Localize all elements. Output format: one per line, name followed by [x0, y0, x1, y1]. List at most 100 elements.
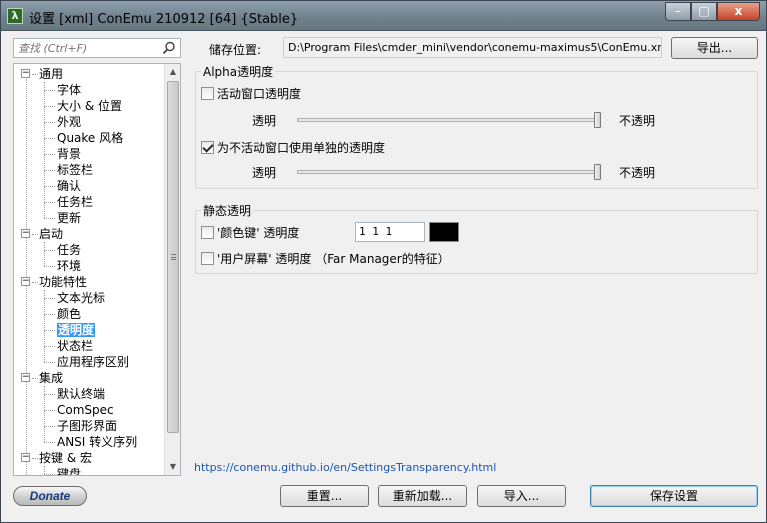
active-slider-max-label: 不透明 — [619, 114, 656, 128]
tree-item-label: 子图形界面 — [57, 419, 118, 433]
user-screen-transparency-option[interactable]: '用户屏幕' 透明度 （Far Manager的特征） — [201, 252, 450, 266]
search-input[interactable] — [16, 40, 162, 56]
close-button[interactable]: x — [717, 2, 760, 21]
tree-item-label: 状态栏 — [57, 339, 94, 353]
tree-item-label: 透明度 — [57, 323, 96, 337]
tree-item-label: 文本光标 — [57, 291, 106, 305]
tree-node[interactable]: − 通用 — [14, 66, 164, 82]
user-screen-checkbox[interactable] — [201, 252, 214, 265]
collapse-icon[interactable]: − — [21, 453, 30, 462]
inactive-transparency-slider[interactable] — [297, 170, 601, 174]
tree-scrollbar[interactable]: ▲ ▼ — [164, 64, 180, 475]
tree-item[interactable]: 状态栏 — [14, 338, 164, 354]
collapse-icon[interactable]: − — [21, 373, 30, 382]
active-window-transparency-option[interactable]: 活动窗口透明度 — [201, 87, 301, 101]
scroll-down-icon[interactable]: ▼ — [165, 459, 180, 475]
export-button[interactable]: 导出... — [671, 37, 758, 59]
tree-connector — [32, 282, 38, 283]
tree-item[interactable]: Quake 风格 — [14, 130, 164, 146]
tree-item[interactable]: 外观 — [14, 114, 164, 130]
minimize-button[interactable]: – — [665, 2, 691, 21]
tree-item[interactable]: 标签栏 — [14, 162, 164, 178]
storage-path-field[interactable]: D:\Program Files\cmder_mini\vendor\conem… — [283, 37, 662, 58]
tree-item[interactable]: 字体 — [14, 82, 164, 98]
tree-connector — [44, 314, 55, 315]
reset-button[interactable]: 重置... — [280, 485, 369, 507]
alpha-group-title: Alpha透明度 — [201, 65, 276, 79]
tree-connector — [44, 82, 45, 218]
tree-connector — [44, 202, 55, 203]
reload-button[interactable]: 重新加载... — [378, 485, 467, 507]
tree-node[interactable]: − 功能特性 — [14, 274, 164, 290]
tree-connector — [44, 442, 55, 443]
scroll-up-icon[interactable]: ▲ — [165, 64, 180, 80]
import-button[interactable]: 导入... — [477, 485, 566, 507]
tree-item-label: 应用程序区别 — [57, 355, 130, 369]
maximize-button[interactable]: □ — [691, 2, 717, 21]
tree-node[interactable]: − 集成 — [14, 370, 164, 386]
tree-item-label: 更新 — [57, 211, 82, 225]
inactive-window-checkbox[interactable] — [201, 141, 214, 154]
tree-item[interactable]: 任务 — [14, 242, 164, 258]
tree-item-label: 颜色 — [57, 307, 82, 321]
tree-item-label: 任务栏 — [57, 195, 94, 209]
tree-connector — [44, 386, 45, 442]
tree-item[interactable]: ComSpec — [14, 402, 164, 418]
conemu-app-icon[interactable]: λ — [7, 8, 23, 24]
storage-label: 储存位置: — [209, 43, 262, 57]
tree-item[interactable]: 应用程序区别 — [14, 354, 164, 370]
tree-item[interactable]: 颜色 — [14, 306, 164, 322]
tree-node[interactable]: − 按键 & 宏 — [14, 450, 164, 466]
tree-node[interactable]: − 启动 — [14, 226, 164, 242]
tree-connector — [44, 266, 55, 267]
tree-item[interactable]: ANSI 转义序列 — [14, 434, 164, 450]
active-slider-min-label: 透明 — [252, 114, 277, 128]
tree-connector — [44, 362, 55, 363]
save-settings-button[interactable]: 保存设置 — [590, 485, 758, 507]
color-key-transparency-option[interactable]: '颜色键' 透明度 — [201, 226, 299, 240]
help-link[interactable]: https://conemu.github.io/en/SettingsTran… — [194, 461, 496, 474]
title-bar[interactable]: λ 设置 [xml] ConEmu 210912 [64] {Stable} –… — [1, 1, 766, 31]
tree-item[interactable]: 背景 — [14, 146, 164, 162]
tree-connector — [44, 346, 55, 347]
tree-item-label: 键盘 — [57, 467, 82, 476]
collapse-icon[interactable]: − — [21, 277, 30, 286]
tree-connector — [44, 122, 55, 123]
settings-tree[interactable]: − 通用 字体 大小 & 位置 外观 Quake 风格 背景 标签栏 确认 任务栏 更新 − 启动 任务环… — [13, 63, 181, 476]
color-key-input[interactable]: 1 1 1 — [355, 222, 425, 242]
tree-item[interactable]: 默认终端 — [14, 386, 164, 402]
search-icon[interactable] — [162, 41, 176, 55]
tree-connector — [32, 74, 38, 75]
active-slider-thumb[interactable] — [594, 112, 601, 128]
static-group-title: 静态透明 — [201, 204, 254, 218]
tree-node-label: 集成 — [39, 371, 64, 385]
inactive-slider-min-label: 透明 — [252, 166, 277, 180]
tree-node-label: 启动 — [39, 227, 64, 241]
collapse-icon[interactable]: − — [21, 69, 30, 78]
tree-item[interactable]: 透明度 — [14, 322, 164, 338]
tree-item[interactable]: 任务栏 — [14, 194, 164, 210]
scroll-thumb[interactable] — [167, 81, 179, 433]
tree-item-label: 任务 — [57, 243, 82, 257]
inactive-slider-thumb[interactable] — [594, 164, 601, 180]
inactive-window-transparency-option[interactable]: 为不活动窗口使用单独的透明度 — [201, 141, 385, 155]
tree-connector — [44, 138, 55, 139]
tree-connector — [44, 186, 55, 187]
tree-item[interactable]: 环境 — [14, 258, 164, 274]
tree-item-label: Quake 风格 — [57, 131, 124, 145]
tree-item-label: 大小 & 位置 — [57, 99, 122, 113]
tree-connector — [44, 466, 45, 474]
active-window-checkbox[interactable] — [201, 87, 214, 100]
tree-item[interactable]: 子图形界面 — [14, 418, 164, 434]
donate-button[interactable]: Donate — [13, 486, 87, 506]
color-key-swatch[interactable] — [429, 222, 459, 242]
tree-item[interactable]: 确认 — [14, 178, 164, 194]
tree-item[interactable]: 文本光标 — [14, 290, 164, 306]
color-key-checkbox[interactable] — [201, 226, 214, 239]
collapse-icon[interactable]: − — [21, 229, 30, 238]
tree-items: − 通用 字体 大小 & 位置 外观 Quake 风格 背景 标签栏 确认 任务栏 更新 − 启动 任务环… — [14, 66, 164, 476]
active-transparency-slider[interactable] — [297, 118, 601, 122]
tree-item[interactable]: 大小 & 位置 — [14, 98, 164, 114]
tree-item[interactable]: 更新 — [14, 210, 164, 226]
tree-item[interactable]: 键盘 — [14, 466, 164, 476]
